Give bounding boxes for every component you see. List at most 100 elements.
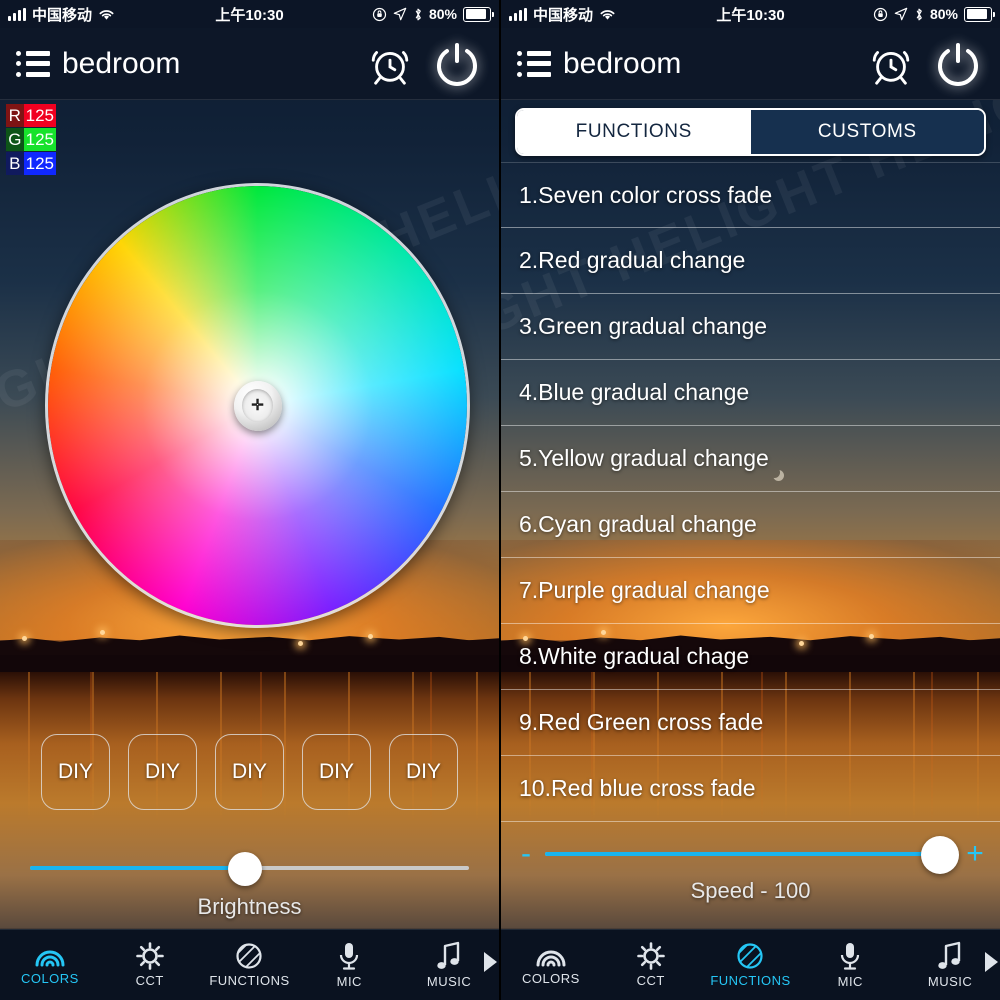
list-item[interactable]: 10.Red blue cross fade bbox=[501, 756, 1000, 822]
list-item[interactable]: 3.Green gradual change bbox=[501, 294, 1000, 360]
page-title: bedroom bbox=[62, 46, 181, 80]
speed-decrease-button[interactable]: - bbox=[513, 839, 539, 869]
list-menu-icon[interactable] bbox=[16, 50, 50, 77]
tab-colors[interactable]: COLORS bbox=[0, 944, 100, 986]
tab-mic[interactable]: MIC bbox=[299, 941, 399, 989]
tab-cct[interactable]: CCT bbox=[601, 942, 701, 988]
status-bar: 中国移动 上午10:30 80% bbox=[0, 0, 499, 28]
wifi-icon bbox=[600, 9, 615, 20]
power-icon[interactable] bbox=[932, 38, 984, 90]
scroll-right-arrow-icon[interactable] bbox=[484, 952, 497, 972]
tab-functions-label: FUNCTIONS bbox=[209, 973, 290, 988]
striped-circle-icon bbox=[737, 943, 764, 969]
bottom-tabbar: COLORS CCT FUNCTIONS MIC MUSIC bbox=[501, 929, 1000, 1000]
tab-mic[interactable]: MIC bbox=[800, 941, 900, 989]
rgb-label-b: B bbox=[6, 152, 24, 175]
signal-bars-icon bbox=[8, 7, 26, 21]
speed-slider[interactable] bbox=[545, 834, 959, 874]
bottom-tabbar: COLORS CCT FUNCTIONS MIC MUSIC bbox=[0, 929, 499, 1000]
tab-cct[interactable]: CCT bbox=[100, 942, 200, 988]
diy-button-5[interactable]: DIY bbox=[389, 734, 458, 810]
functions-list: 1.Seven color cross fade 2.Red gradual c… bbox=[501, 162, 1000, 822]
brightness-fill bbox=[30, 866, 246, 870]
rotation-lock-icon bbox=[873, 7, 888, 21]
power-icon[interactable] bbox=[431, 38, 483, 90]
speed-control: - + Speed - 100 bbox=[501, 832, 1000, 904]
speed-knob[interactable] bbox=[920, 836, 959, 874]
list-item[interactable]: 4.Blue gradual change bbox=[501, 360, 1000, 426]
tab-functions[interactable]: FUNCTIONS bbox=[701, 942, 801, 988]
page-title: bedroom bbox=[563, 46, 682, 80]
tab-functions[interactable]: FUNCTIONS bbox=[200, 942, 300, 988]
sun-icon bbox=[135, 942, 164, 970]
brightness-control: Brightness bbox=[0, 848, 499, 920]
carrier-label: 中国移动 bbox=[32, 6, 93, 24]
rgb-label-r: R bbox=[6, 104, 24, 127]
speed-label: Speed - 100 bbox=[690, 878, 811, 903]
crosshair-icon: ✛ bbox=[251, 397, 264, 414]
tab-functions-label: FUNCTIONS bbox=[710, 973, 791, 988]
rgb-value-b: 125 bbox=[23, 152, 56, 175]
rgb-readout: R 125 G 125 B 125 bbox=[6, 104, 56, 176]
color-wheel[interactable]: ✛ bbox=[45, 183, 470, 628]
bluetooth-icon bbox=[415, 8, 421, 20]
list-menu-icon[interactable] bbox=[517, 50, 551, 77]
battery-percent-label: 80% bbox=[428, 6, 457, 22]
speed-increase-button[interactable]: + bbox=[962, 839, 988, 869]
list-item[interactable]: 8.White gradual chage bbox=[501, 624, 1000, 690]
rgb-row-green: G 125 bbox=[6, 128, 56, 151]
microphone-icon bbox=[340, 943, 359, 970]
brightness-slider[interactable] bbox=[30, 848, 469, 888]
rainbow-icon bbox=[35, 950, 65, 967]
battery-icon bbox=[964, 6, 995, 22]
rgb-value-r: 125 bbox=[23, 104, 56, 127]
brightness-knob[interactable] bbox=[228, 852, 263, 886]
list-item[interactable]: 9.Red Green cross fade bbox=[501, 690, 1000, 756]
list-item[interactable]: 1.Seven color cross fade bbox=[501, 162, 1000, 228]
signal-bars-icon bbox=[509, 7, 527, 21]
list-item[interactable]: 6.Cyan gradual change bbox=[501, 492, 1000, 558]
tab-colors[interactable]: COLORS bbox=[501, 944, 601, 986]
street-lamp-light bbox=[100, 630, 105, 635]
diy-button-4[interactable]: DIY bbox=[302, 734, 371, 810]
speed-fill bbox=[545, 852, 940, 856]
app-header: bedroom bbox=[0, 28, 499, 100]
tab-mic-label: MIC bbox=[837, 974, 863, 989]
diy-button-3[interactable]: DIY bbox=[215, 734, 284, 810]
street-lamp-light bbox=[22, 636, 27, 641]
scroll-right-arrow-icon[interactable] bbox=[985, 952, 998, 972]
tab-mic-label: MIC bbox=[336, 974, 362, 989]
location-arrow-icon bbox=[393, 7, 407, 21]
colors-panel: HELIGHT HELIGHT HELIGHT 中国移动 上午10:30 bbox=[0, 0, 499, 1000]
tab-customs-segment[interactable]: CUSTOMS bbox=[750, 110, 984, 154]
music-note-icon bbox=[938, 941, 961, 969]
battery-icon bbox=[463, 6, 494, 22]
street-lamp-light bbox=[368, 634, 373, 639]
brightness-label: Brightness bbox=[197, 894, 302, 919]
diy-button-2[interactable]: DIY bbox=[128, 734, 197, 810]
tab-colors-label: COLORS bbox=[20, 971, 79, 986]
list-item[interactable]: 7.Purple gradual change bbox=[501, 558, 1000, 624]
list-item[interactable]: 2.Red gradual change bbox=[501, 228, 1000, 294]
status-bar: 中国移动 上午10:30 80% bbox=[501, 0, 1000, 28]
diy-button-row: DIY DIY DIY DIY DIY bbox=[0, 734, 499, 810]
striped-circle-icon bbox=[236, 943, 263, 969]
battery-percent-label: 80% bbox=[929, 6, 958, 22]
color-wheel-cursor[interactable]: ✛ bbox=[233, 380, 282, 431]
tab-colors-label: COLORS bbox=[521, 971, 580, 986]
street-lamp-light bbox=[298, 641, 303, 646]
music-note-icon bbox=[437, 941, 460, 969]
tab-music-label: MUSIC bbox=[927, 974, 973, 989]
sun-icon bbox=[636, 942, 665, 970]
alarm-clock-icon[interactable] bbox=[868, 41, 914, 87]
tab-cct-label: CCT bbox=[135, 973, 164, 988]
rainbow-icon bbox=[536, 950, 566, 967]
location-arrow-icon bbox=[894, 7, 908, 21]
alarm-clock-icon[interactable] bbox=[367, 41, 413, 87]
list-item[interactable]: 5.Yellow gradual change bbox=[501, 426, 1000, 492]
tab-cct-label: CCT bbox=[636, 973, 665, 988]
tab-functions-segment[interactable]: FUNCTIONS bbox=[517, 110, 751, 154]
functions-panel: HELIGHT HELIGHT HELIGHT 中国移动 上午10:30 bbox=[499, 0, 1000, 1000]
rgb-row-blue: B 125 bbox=[6, 152, 56, 175]
diy-button-1[interactable]: DIY bbox=[41, 734, 110, 810]
